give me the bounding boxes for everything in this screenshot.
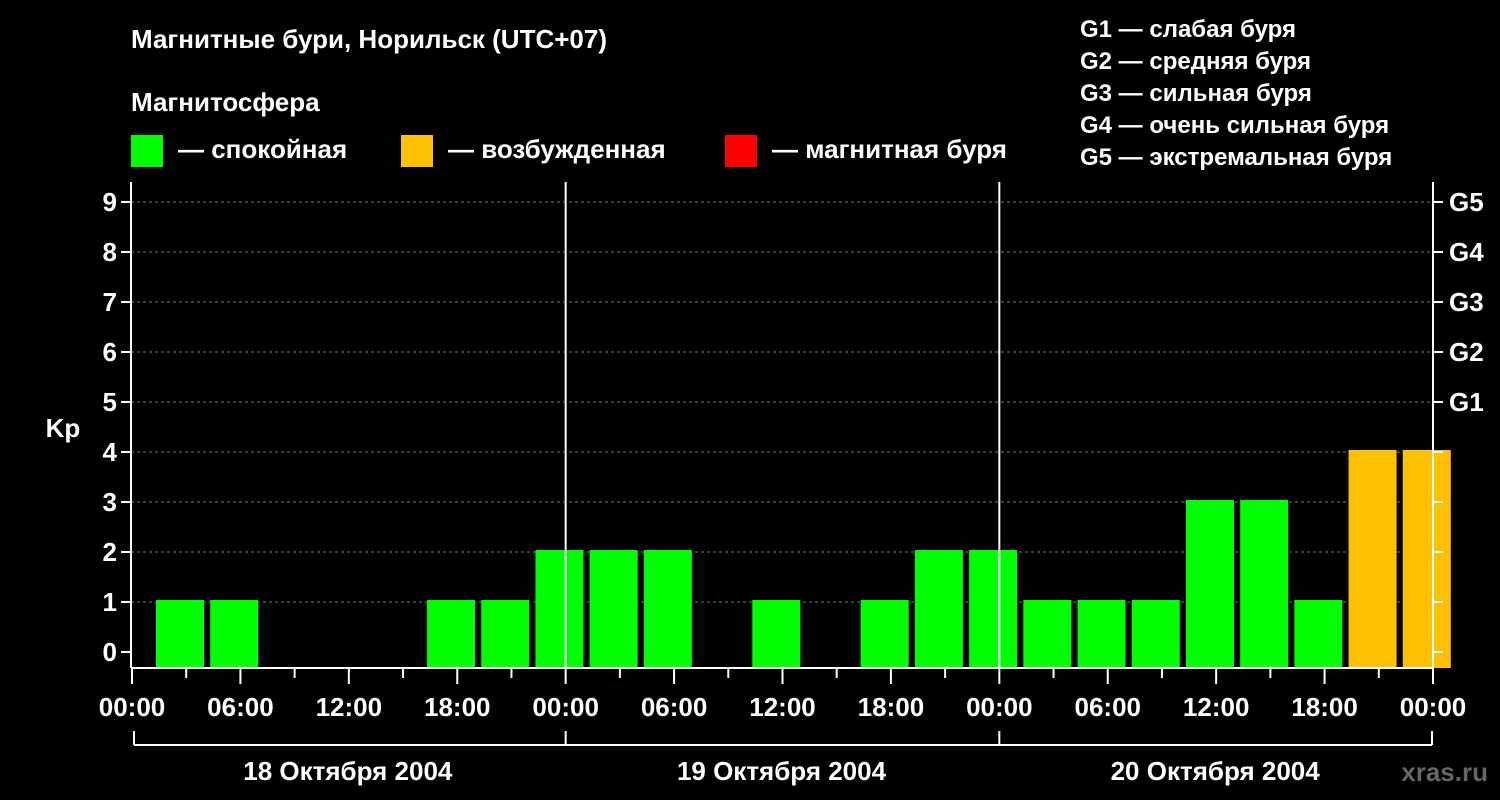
x-tick-label: 18:00	[858, 692, 925, 722]
g-level-label: G1	[1449, 387, 1484, 417]
y-tick-label: 8	[103, 237, 117, 267]
bar	[643, 550, 692, 668]
x-tick-label: 00:00	[1400, 692, 1467, 722]
bar	[156, 600, 204, 668]
y-tick-label: 5	[103, 387, 117, 417]
x-tick-label: 06:00	[1075, 692, 1142, 722]
bar	[210, 600, 259, 668]
x-tick-label: 12:00	[316, 692, 383, 722]
x-tick-label: 00:00	[966, 692, 1033, 722]
x-tick-label: 12:00	[1183, 692, 1250, 722]
y-tick-label: 6	[103, 337, 117, 367]
y-axis-title: Kp	[46, 413, 81, 443]
y-tick-label: 2	[103, 537, 117, 567]
bar	[969, 550, 1018, 668]
day-label: 18 Октября 2004	[243, 756, 453, 786]
day-label: 20 Октября 2004	[1111, 756, 1321, 786]
x-tick-label: 18:00	[424, 692, 491, 722]
x-tick-label: 12:00	[749, 692, 816, 722]
bar	[1023, 600, 1072, 668]
bar	[914, 550, 963, 668]
bar	[1348, 450, 1397, 668]
x-tick-label: 06:00	[641, 692, 708, 722]
g-level-label: G3	[1449, 287, 1484, 317]
g-level-label: G4	[1449, 237, 1484, 267]
bar	[752, 600, 801, 668]
y-tick-label: 0	[103, 637, 117, 667]
watermark: xras.ru	[1401, 757, 1488, 787]
x-tick-label: 06:00	[207, 692, 274, 722]
bar	[1240, 500, 1289, 668]
day-label: 19 Октября 2004	[677, 756, 887, 786]
bar	[1185, 500, 1234, 668]
x-tick-label: 00:00	[532, 692, 599, 722]
y-tick-label: 1	[103, 587, 117, 617]
y-tick-label: 4	[103, 437, 118, 467]
bar	[481, 600, 530, 668]
bar	[1131, 600, 1180, 668]
bar	[535, 550, 584, 668]
g-level-label: G2	[1449, 337, 1484, 367]
bar	[1402, 450, 1451, 668]
bar	[860, 600, 909, 668]
bar	[1077, 600, 1126, 668]
bar	[427, 600, 476, 668]
y-tick-label: 3	[103, 487, 117, 517]
y-tick-label: 9	[103, 187, 117, 217]
y-tick-label: 7	[103, 287, 117, 317]
bar	[1294, 600, 1343, 668]
g-level-label: G5	[1449, 187, 1484, 217]
x-tick-label: 00:00	[99, 692, 166, 722]
bar	[589, 550, 638, 668]
kp-bar-chart: 0 1 2 3 4 5 6 7 8 9 G1 G2 G3 G4 G5 Kp 00:00 06:00 12:00 18:…	[46, 182, 1484, 786]
x-tick-label: 18:00	[1291, 692, 1358, 722]
